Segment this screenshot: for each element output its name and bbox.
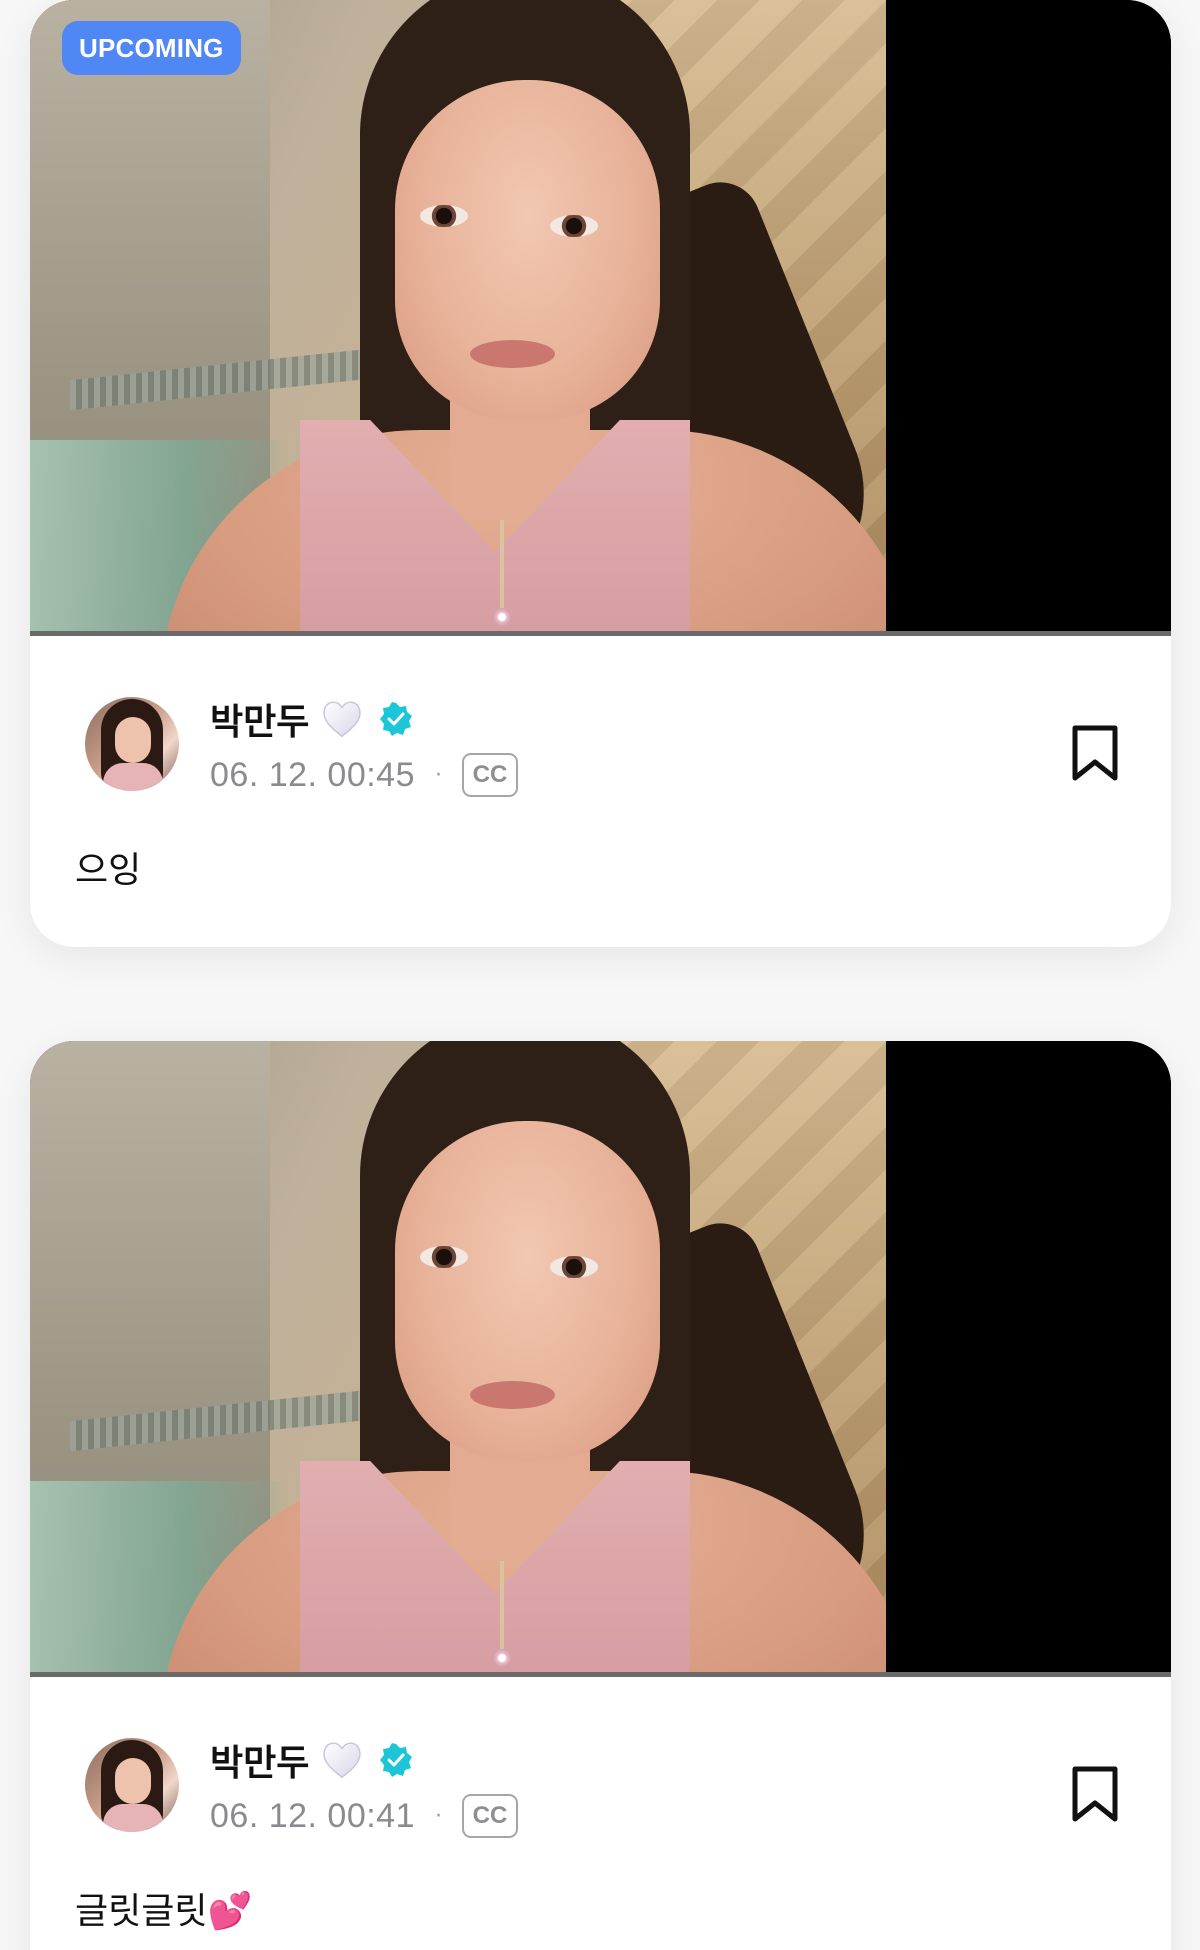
verified-check-icon bbox=[380, 702, 413, 736]
post-text: 으잉 bbox=[75, 850, 142, 891]
media-divider bbox=[30, 1672, 1171, 1677]
timestamp: 06. 12. 00:41 bbox=[210, 1796, 416, 1835]
separator-dot: · bbox=[435, 762, 443, 788]
timestamp: 06. 12. 00:45 bbox=[210, 755, 416, 794]
white-heart-icon bbox=[323, 701, 362, 738]
avatar[interactable] bbox=[85, 697, 179, 791]
cc-icon: CC bbox=[462, 1794, 519, 1838]
verified-check-icon bbox=[380, 1743, 413, 1777]
video-thumbnail[interactable] bbox=[30, 1041, 1171, 1677]
video-thumbnail[interactable]: UPCOMING bbox=[30, 0, 1171, 636]
separator-dot: · bbox=[435, 1803, 443, 1829]
media-divider bbox=[30, 631, 1171, 636]
author-row: 박만두 bbox=[210, 1734, 413, 1786]
feed: UPCOMING 박만두 06. 12. 00:45 · CC 으잉 박만두 0… bbox=[0, 0, 1200, 1950]
bookmark-icon[interactable] bbox=[1069, 1765, 1121, 1823]
upcoming-badge: UPCOMING bbox=[62, 21, 241, 75]
thumbnail-photo bbox=[30, 0, 886, 636]
post-text: 글릿글릿💕 bbox=[75, 1891, 253, 1932]
letterbox-bar bbox=[886, 0, 1171, 636]
author-name[interactable]: 박만두 bbox=[210, 1734, 309, 1786]
post-card[interactable]: 박만두 06. 12. 00:41 · CC 글릿글릿💕 bbox=[30, 1041, 1171, 1950]
post-card[interactable]: UPCOMING 박만두 06. 12. 00:45 · CC 으잉 bbox=[30, 0, 1171, 947]
cc-icon: CC bbox=[462, 753, 519, 797]
author-name[interactable]: 박만두 bbox=[210, 693, 309, 745]
bookmark-icon[interactable] bbox=[1069, 724, 1121, 782]
meta-row: 06. 12. 00:41 · CC bbox=[210, 1794, 519, 1838]
letterbox-bar bbox=[886, 1041, 1171, 1677]
meta-row: 06. 12. 00:45 · CC bbox=[210, 753, 519, 797]
author-row: 박만두 bbox=[210, 693, 413, 745]
avatar[interactable] bbox=[85, 1738, 179, 1832]
thumbnail-photo bbox=[30, 1041, 886, 1677]
white-heart-icon bbox=[323, 1742, 362, 1779]
